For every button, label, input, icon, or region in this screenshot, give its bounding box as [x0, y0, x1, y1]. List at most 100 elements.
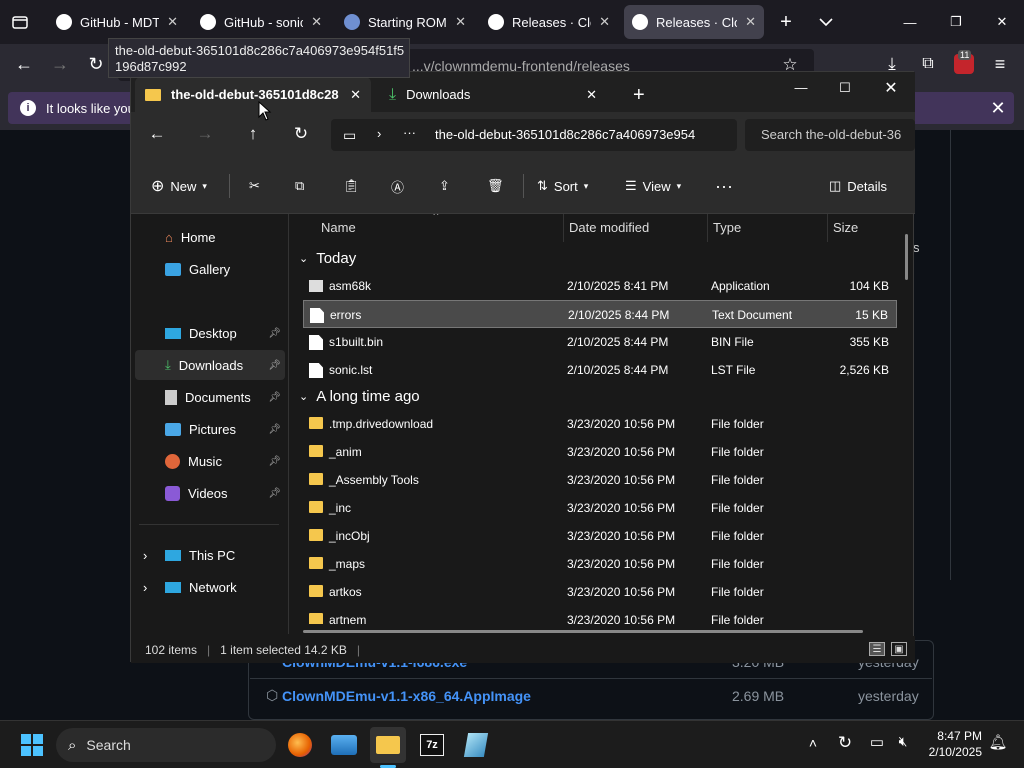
horizontal-scrollbar[interactable]: [303, 630, 863, 633]
nav-item-pictures[interactable]: Pictures 📌︎: [135, 414, 285, 444]
nav-item-this-pc[interactable]: › This PC: [135, 540, 285, 570]
group-header-today[interactable]: ⌄ Today: [299, 244, 356, 272]
column-header-name[interactable]: Name: [321, 214, 356, 242]
nav-item-gallery[interactable]: Gallery: [135, 254, 285, 284]
forward-icon[interactable]: →: [50, 54, 70, 74]
info-icon: i: [20, 100, 36, 116]
forward-icon[interactable]: →: [195, 124, 215, 144]
nav-item-network[interactable]: › Network: [135, 572, 285, 602]
close-tab-icon[interactable]: ✕: [311, 14, 322, 30]
address-bar[interactable]: ▭ › ··· the-old-debut-365101d8c286c7a406…: [331, 119, 737, 151]
close-tab-icon[interactable]: ✕: [350, 87, 361, 103]
browser-tab[interactable]: Releases · Clow ✕: [480, 5, 618, 39]
reload-icon[interactable]: ↻: [86, 54, 106, 74]
folder-row[interactable]: _incObj 3/23/2020 10:56 PM File folder: [303, 522, 897, 550]
close-tab-icon[interactable]: ✕: [599, 14, 610, 30]
expand-chevron-icon[interactable]: ›: [143, 580, 147, 595]
folder-row[interactable]: .tmp.drivedownload 3/23/2020 10:56 PM Fi…: [303, 410, 897, 438]
file-row[interactable]: sonic.lst 2/10/2025 8:44 PM LST File 2,5…: [303, 356, 897, 384]
refresh-icon[interactable]: ↻: [291, 124, 311, 144]
sort-button[interactable]: ⇅ Sort ▾: [537, 172, 588, 200]
close-tab-icon[interactable]: ✕: [745, 14, 756, 30]
back-icon[interactable]: ←: [14, 54, 34, 74]
browser-tab[interactable]: GitHub - sonicre ✕: [192, 5, 330, 39]
chevron-down-icon[interactable]: [816, 12, 836, 32]
vertical-scrollbar[interactable]: [905, 234, 908, 280]
browser-tab-active[interactable]: Releases · Clow ✕: [624, 5, 764, 39]
nav-item-documents[interactable]: Documents 📌︎: [135, 382, 285, 412]
7zip-taskbar-icon[interactable]: 7z: [414, 727, 450, 763]
paste-icon[interactable]: 📋︎: [343, 172, 360, 200]
nav-item-music[interactable]: Music 📌︎: [135, 446, 285, 476]
rename-icon[interactable]: Ⓐ: [391, 172, 404, 200]
notification-bell-icon[interactable]: 🔔︎: [988, 733, 1008, 751]
close-infobar-icon[interactable]: ✕: [988, 98, 1008, 118]
extensions-icon[interactable]: ⧉: [918, 54, 938, 74]
view-button[interactable]: ☰ View ▾: [625, 172, 681, 200]
folder-row[interactable]: _maps 3/23/2020 10:56 PM File folder: [303, 550, 897, 578]
tab-list-icon[interactable]: [10, 12, 30, 32]
nav-item-desktop[interactable]: Desktop 📌︎: [135, 318, 285, 348]
asset-link[interactable]: ClownMDEmu-v1.1-x86_64.AppImage: [282, 688, 531, 704]
minimize-icon[interactable]: —: [900, 12, 920, 32]
folder-row[interactable]: artnem 3/23/2020 10:56 PM File folder: [303, 606, 897, 624]
details-view-icon[interactable]: ☰: [869, 642, 885, 656]
explorer-tab[interactable]: ⤓ Downloads ✕: [379, 77, 607, 112]
search-box[interactable]: Search the-old-debut-36: [745, 119, 915, 151]
more-options-icon[interactable]: ···: [715, 172, 733, 200]
minimize-icon[interactable]: —: [791, 80, 811, 95]
nav-item-home[interactable]: ⌂ Home: [135, 222, 285, 252]
file-row[interactable]: s1built.bin 2/10/2025 8:44 PM BIN File 3…: [303, 328, 897, 356]
menu-icon[interactable]: ≡: [990, 54, 1010, 74]
firefox-taskbar-icon[interactable]: [282, 727, 318, 763]
close-tab-icon[interactable]: ✕: [167, 14, 178, 30]
update-icon[interactable]: ↻: [834, 733, 856, 753]
file-row-selected[interactable]: errors 2/10/2025 8:44 PM Text Document 1…: [303, 300, 897, 328]
share-icon[interactable]: ⇪: [439, 172, 450, 200]
folder-row[interactable]: _inc 3/23/2020 10:56 PM File folder: [303, 494, 897, 522]
back-icon[interactable]: ←: [147, 124, 167, 144]
close-tab-icon[interactable]: ✕: [586, 87, 597, 103]
delete-icon[interactable]: 🗑︎: [487, 172, 504, 200]
close-tab-icon[interactable]: ✕: [455, 14, 466, 30]
more-path-icon[interactable]: ···: [403, 125, 416, 140]
volume-muted-icon[interactable]: 🔇︎: [892, 733, 914, 750]
folder-row[interactable]: _Assembly Tools 3/23/2020 10:56 PM File …: [303, 466, 897, 494]
folder-row[interactable]: _anim 3/23/2020 10:56 PM File folder: [303, 438, 897, 466]
release-asset-row[interactable]: ⬡ ClownMDEmu-v1.1-x86_64.AppImage 2.69 M…: [250, 678, 932, 712]
column-header-size[interactable]: Size: [833, 214, 858, 242]
copy-icon[interactable]: ⧉: [295, 172, 304, 200]
photos-taskbar-icon[interactable]: [326, 727, 362, 763]
start-button[interactable]: [14, 727, 50, 763]
nav-item-videos[interactable]: Videos 📌︎: [135, 478, 285, 508]
column-header-type[interactable]: Type: [713, 214, 741, 242]
folder-row[interactable]: artkos 3/23/2020 10:56 PM File folder: [303, 578, 897, 606]
browser-tab[interactable]: Starting ROM D ✕: [336, 5, 474, 39]
maximize-icon[interactable]: ☐: [835, 80, 855, 96]
chevron-up-icon[interactable]: ˄: [804, 735, 822, 751]
clock[interactable]: 8:47 PM 2/10/2025: [922, 728, 982, 760]
close-window-icon[interactable]: ✕: [992, 12, 1012, 32]
details-button[interactable]: ◫ Details: [829, 172, 887, 200]
up-icon[interactable]: ↑: [243, 124, 263, 144]
new-button[interactable]: ⊕ New ▾: [151, 172, 207, 200]
expand-chevron-icon[interactable]: ›: [143, 548, 147, 563]
display-icon[interactable]: ▭: [866, 733, 888, 751]
new-tab-icon[interactable]: +: [633, 84, 645, 107]
tiles-view-icon[interactable]: ▣: [891, 642, 907, 656]
file-explorer-taskbar-icon[interactable]: [370, 727, 406, 763]
cut-icon[interactable]: ✂: [249, 172, 260, 200]
app-taskbar-icon[interactable]: [458, 727, 494, 763]
column-header-date[interactable]: Date modified: [569, 214, 649, 242]
file-row[interactable]: asm68k 2/10/2025 8:41 PM Application 104…: [303, 272, 897, 300]
nav-item-downloads[interactable]: ⤓ Downloads 📌︎: [135, 350, 285, 380]
explorer-tab-active[interactable]: the-old-debut-365101d8c286c7 ✕: [135, 77, 371, 112]
maximize-icon[interactable]: ❐: [946, 12, 966, 32]
status-bar: 102 items | 1 item selected 14.2 KB | ☰ …: [131, 636, 915, 663]
browser-tab[interactable]: GitHub - MDTra ✕: [48, 5, 186, 39]
group-header-long-ago[interactable]: ⌄ A long time ago: [299, 382, 420, 410]
details-pane-icon: ◫: [829, 178, 842, 193]
close-window-icon[interactable]: ✕: [881, 78, 901, 98]
new-tab-icon[interactable]: +: [776, 11, 796, 33]
taskbar-search[interactable]: ⌕ Search: [56, 728, 276, 762]
